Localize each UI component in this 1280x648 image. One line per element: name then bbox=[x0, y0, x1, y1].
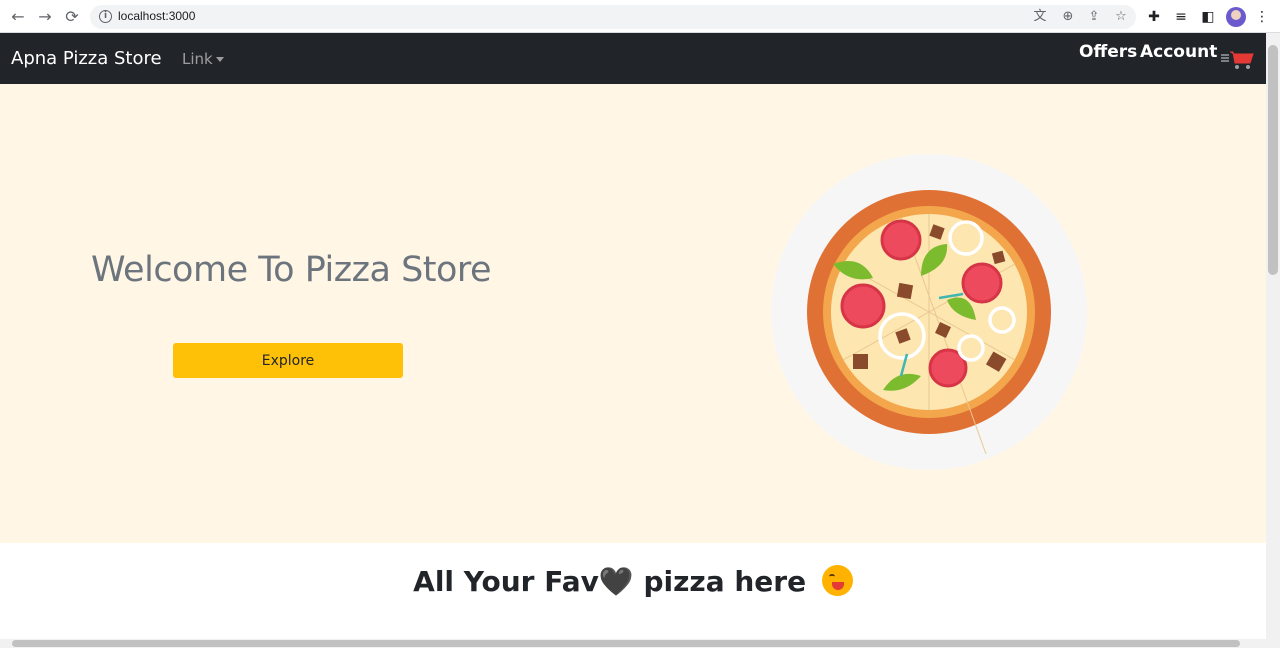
zoom-icon[interactable]: ⊕ bbox=[1060, 9, 1076, 25]
heart-icon: 🖤 bbox=[598, 565, 634, 598]
link-dropdown-label: Link bbox=[182, 50, 213, 68]
star-icon[interactable]: ☆ bbox=[1113, 9, 1129, 25]
translate-icon[interactable]: 文 bbox=[1032, 9, 1048, 25]
share-icon[interactable]: ⇪ bbox=[1086, 9, 1102, 25]
vertical-scrollbar[interactable] bbox=[1266, 33, 1280, 648]
section-title-suffix: pizza here bbox=[643, 565, 807, 598]
side-panel-icon[interactable]: ◧ bbox=[1198, 7, 1218, 27]
offers-link[interactable]: Offers bbox=[1079, 42, 1137, 62]
pizza-illustration bbox=[771, 154, 1087, 470]
link-dropdown[interactable]: Link bbox=[182, 50, 224, 68]
yum-emoji-icon bbox=[821, 564, 853, 596]
address-bar[interactable]: i localhost:3000 文 ⊕ ⇪ ☆ bbox=[90, 5, 1136, 29]
back-icon[interactable]: ← bbox=[8, 7, 28, 27]
url-text[interactable]: localhost:3000 bbox=[118, 9, 195, 23]
horizontal-scroll-thumb[interactable] bbox=[12, 640, 1240, 647]
vertical-scroll-thumb[interactable] bbox=[1268, 45, 1278, 275]
account-link[interactable]: Account bbox=[1140, 42, 1217, 62]
explore-button[interactable]: Explore bbox=[173, 343, 403, 378]
site-navbar: Apna Pizza Store Link Offers Account bbox=[0, 33, 1266, 84]
hero-section: Welcome To Pizza Store Explore bbox=[0, 84, 1266, 543]
section-heading: All Your Fav🖤 pizza here bbox=[0, 564, 1266, 599]
caret-down-icon bbox=[215, 57, 224, 62]
reading-list-icon[interactable]: ≡ bbox=[1171, 7, 1191, 27]
brand-link[interactable]: Apna Pizza Store bbox=[11, 48, 162, 69]
info-icon[interactable]: i bbox=[99, 10, 112, 23]
cart-icon[interactable] bbox=[1220, 49, 1254, 71]
hero-title: Welcome To Pizza Store bbox=[91, 250, 492, 290]
profile-avatar[interactable] bbox=[1226, 7, 1246, 27]
horizontal-scrollbar[interactable] bbox=[0, 639, 1266, 648]
section-title-text: All Your Fav bbox=[413, 565, 599, 598]
menu-icon[interactable]: ⋮ bbox=[1252, 7, 1272, 27]
forward-icon[interactable]: → bbox=[35, 7, 55, 27]
browser-toolbar: ← → ⟳ i localhost:3000 文 ⊕ ⇪ ☆ ✚ ≡ ◧ ⋮ bbox=[0, 0, 1280, 33]
reload-icon[interactable]: ⟳ bbox=[62, 7, 82, 27]
extensions-icon[interactable]: ✚ bbox=[1144, 7, 1164, 27]
